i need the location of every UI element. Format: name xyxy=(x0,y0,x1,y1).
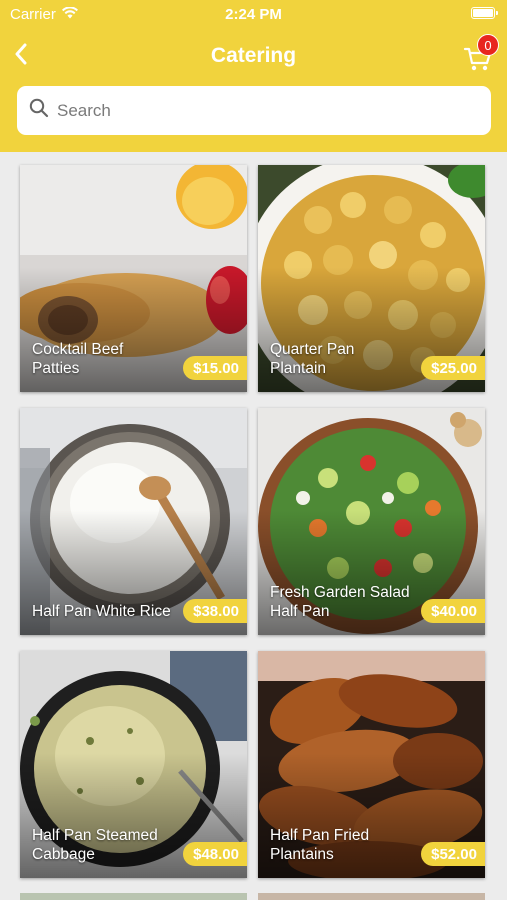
item-name: Half Pan Steamed Cabbage xyxy=(32,827,158,863)
item-name: Half Pan White Rice xyxy=(32,603,171,620)
menu-card-partial[interactable] xyxy=(20,893,247,900)
next-row-partial xyxy=(20,893,486,900)
clock: 2:24 PM xyxy=(225,6,282,23)
status-bar: Carrier 2:24 PM xyxy=(0,0,507,28)
menu-card-partial[interactable] xyxy=(258,893,485,900)
search-input[interactable] xyxy=(57,100,457,121)
price-tag: $48.00 xyxy=(183,842,247,866)
menu-card[interactable]: Half Pan Steamed Cabbage $48.00 xyxy=(20,651,247,878)
page-title: Catering xyxy=(210,44,297,67)
catering-grid: Cocktail Beef Patties $15.00 Quarter Pan… xyxy=(20,165,486,878)
cart-count-badge: 0 xyxy=(477,34,499,56)
price-tag: $52.00 xyxy=(421,842,485,866)
menu-card[interactable]: Fresh Garden Salad Half Pan $40.00 xyxy=(258,408,485,635)
item-name: Cocktail Beef Patties xyxy=(32,341,124,377)
price-tag: $25.00 xyxy=(421,356,485,380)
menu-card[interactable]: Half Pan Fried Plantains $52.00 xyxy=(258,651,485,878)
price-tag: $40.00 xyxy=(421,599,485,623)
header: Carrier 2:24 PM Catering 0 xyxy=(0,0,507,152)
search-bar[interactable] xyxy=(17,86,491,135)
battery-icon xyxy=(471,7,498,19)
price-tag: $15.00 xyxy=(183,356,247,380)
nav-bar: Catering 0 xyxy=(0,30,507,82)
price-tag: $38.00 xyxy=(183,599,247,623)
item-name: Fresh Garden Salad Half Pan xyxy=(270,584,410,620)
menu-card[interactable]: Quarter Pan Plantain $25.00 xyxy=(258,165,485,392)
cart-button[interactable]: 0 xyxy=(461,34,499,72)
item-name: Quarter Pan Plantain xyxy=(270,341,355,377)
search-icon xyxy=(29,98,49,123)
item-name: Half Pan Fried Plantains xyxy=(270,827,370,863)
menu-card[interactable]: Half Pan White Rice $38.00 xyxy=(20,408,247,635)
menu-card[interactable]: Cocktail Beef Patties $15.00 xyxy=(20,165,247,392)
